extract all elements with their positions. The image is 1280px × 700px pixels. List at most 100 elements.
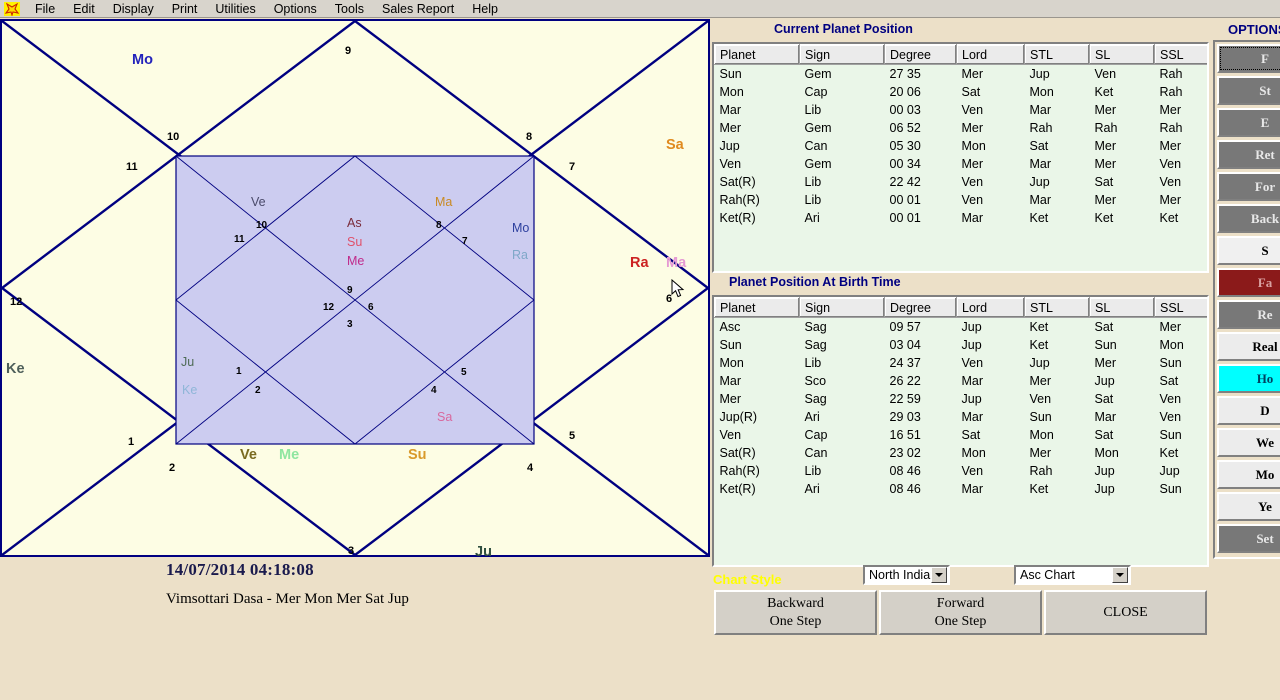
cell-sign: Sco [804,374,827,388]
chart-type-value: Asc Chart [1020,568,1075,582]
table-row[interactable]: Rah(R) Lib 00 01 Ven Mar Mer Mer [715,191,1208,209]
cell-ssl: Sun [1159,428,1182,442]
menu-item-file[interactable]: File [26,1,64,17]
table-row[interactable]: Mar Sco 26 22 Mar Mer Jup Sat [715,372,1208,390]
column-header-stl[interactable]: STL [1024,297,1090,318]
birth-position-grid[interactable]: Planet Sign Degree Lord STL SL SSL Asc S… [712,295,1209,567]
menu-item-utilities[interactable]: Utilities [206,1,264,17]
table-row[interactable]: Ven Gem 00 34 Mer Mar Mer Ven [715,155,1208,173]
option-button-5[interactable]: For [1217,172,1280,201]
table-row[interactable]: Ven Cap 16 51 Sat Mon Sat Sun [715,426,1208,444]
option-button-16[interactable]: Set [1217,524,1280,553]
table-row[interactable]: Mar Lib 00 03 Ven Mar Mer Mer [715,101,1208,119]
cell-ssl: Ket [1159,446,1179,460]
option-button-3[interactable]: E [1217,108,1280,137]
option-button-14[interactable]: Mo [1217,460,1280,489]
close-button[interactable]: CLOSE [1044,590,1207,635]
column-header-lord[interactable]: Lord [956,44,1025,65]
backward-one-step-button[interactable]: Backward One Step [714,590,877,635]
table-row[interactable]: Sun Gem 27 35 Mer Jup Ven Rah [715,65,1208,84]
option-label: E [1260,114,1270,130]
column-header-sl[interactable]: SL [1089,297,1155,318]
option-button-11[interactable]: Ho [1217,364,1280,393]
cell-sign: Ari [804,211,820,225]
cell-lord: Mer [961,157,984,171]
cell-planet: Mer [719,121,742,135]
table-row[interactable]: Rah(R) Lib 08 46 Ven Rah Jup Jup [715,462,1208,480]
column-header-degree[interactable]: Degree [884,297,957,318]
column-header-degree[interactable]: Degree [884,44,957,65]
chart-type-select[interactable]: Asc Chart [1014,565,1131,585]
table-row[interactable]: Asc Sag 09 57 Jup Ket Sat Mer [715,318,1208,337]
cell-degree: 23 02 [889,446,921,460]
column-header-ssl[interactable]: SSL [1154,44,1207,65]
option-button-7[interactable]: S [1217,236,1280,265]
table-header-row: Planet Sign Degree Lord STL SL SSL [714,44,1207,65]
column-header-ssl[interactable]: SSL [1154,297,1207,318]
cell-planet: Ket(R) [719,482,756,496]
option-button-8[interactable]: Fa [1217,268,1280,297]
option-button-13[interactable]: We [1217,428,1280,457]
column-header-lord[interactable]: Lord [956,297,1025,318]
column-header-stl[interactable]: STL [1024,44,1090,65]
cell-planet: Jup(R) [719,410,758,424]
cell-ssl: Rah [1159,121,1183,135]
cell-sl: Mar [1094,410,1117,424]
forward-one-step-button[interactable]: Forward One Step [879,590,1042,635]
table-row[interactable]: Mon Cap 20 06 Sat Mon Ket Rah [715,83,1208,101]
chevron-down-icon[interactable] [931,567,947,583]
cell-planet: Rah(R) [719,464,760,478]
table-row[interactable]: Mer Gem 06 52 Mer Rah Rah Rah [715,119,1208,137]
menu-item-print[interactable]: Print [163,1,207,17]
option-button-12[interactable]: D [1217,396,1280,425]
menu-item-sales-report[interactable]: Sales Report [373,1,463,17]
cell-sign: Gem [804,67,832,81]
table-row[interactable]: Jup Can 05 30 Mon Sat Mer Mer [715,137,1208,155]
cell-lord: Mer [961,67,984,81]
table-row[interactable]: Mon Lib 24 37 Ven Jup Mer Sun [715,354,1208,372]
option-button-10[interactable]: Real [1217,332,1280,361]
cell-sign: Gem [804,121,832,135]
current-position-grid[interactable]: Planet Sign Degree Lord STL SL SSL Sun G… [712,42,1209,273]
cell-sl: Jup [1094,374,1115,388]
column-header-sign[interactable]: Sign [799,44,885,65]
cell-planet: Mar [719,374,742,388]
cell-degree: 00 34 [889,157,921,171]
menu-item-help[interactable]: Help [463,1,507,17]
option-button-2[interactable]: St [1217,76,1280,105]
cell-sign: Lib [804,103,822,117]
cell-sl: Sat [1094,428,1114,442]
option-button-15[interactable]: Ye [1217,492,1280,521]
cell-degree: 05 30 [889,139,921,153]
cell-degree: 20 06 [889,85,921,99]
table-row[interactable]: Mer Sag 22 59 Jup Ven Sat Ven [715,390,1208,408]
chevron-down-icon[interactable] [1112,567,1128,583]
options-panel: OPTIONS F St E Ret For Back S Fa Re Real… [1213,19,1280,559]
table-row[interactable]: Sat(R) Can 23 02 Mon Mer Mon Ket [715,444,1208,462]
natal-chart-panel[interactable]: 9 10 11 12 1 2 3 4 5 6 7 8 Mo Sa Ra Ma K… [0,19,710,560]
column-header-planet[interactable]: Planet [714,44,800,65]
option-label: Re [1257,306,1273,322]
table-row[interactable]: Jup(R) Ari 29 03 Mar Sun Mar Ven [715,408,1208,426]
menu-item-tools[interactable]: Tools [326,1,373,17]
table-row[interactable]: Ket(R) Ari 00 01 Mar Ket Ket Ket [715,209,1208,227]
chart-style-select[interactable]: North Indian [863,565,950,585]
cell-sign: Lib [804,464,822,478]
column-header-sl[interactable]: SL [1089,44,1155,65]
column-header-planet[interactable]: Planet [714,297,800,318]
column-header-sign[interactable]: Sign [799,297,885,318]
options-button-frame: F St E Ret For Back S Fa Re Real Ho D We… [1213,40,1280,559]
cell-sign: Ari [804,410,820,424]
option-button-9[interactable]: Re [1217,300,1280,329]
table-row[interactable]: Ket(R) Ari 08 46 Mar Ket Jup Sun [715,480,1208,498]
option-button-1[interactable]: F [1217,44,1280,73]
table-row[interactable]: Sun Sag 03 04 Jup Ket Sun Mon [715,336,1208,354]
forward-label-line2: One Step [934,613,987,629]
menu-item-options[interactable]: Options [265,1,326,17]
table-row[interactable]: Sat(R) Lib 22 42 Ven Jup Sat Ven [715,173,1208,191]
option-button-4[interactable]: Ret [1217,140,1280,169]
menu-item-edit[interactable]: Edit [64,1,104,17]
option-button-6[interactable]: Back [1217,204,1280,233]
menu-item-display[interactable]: Display [104,1,163,17]
app-logo-icon [4,1,20,16]
